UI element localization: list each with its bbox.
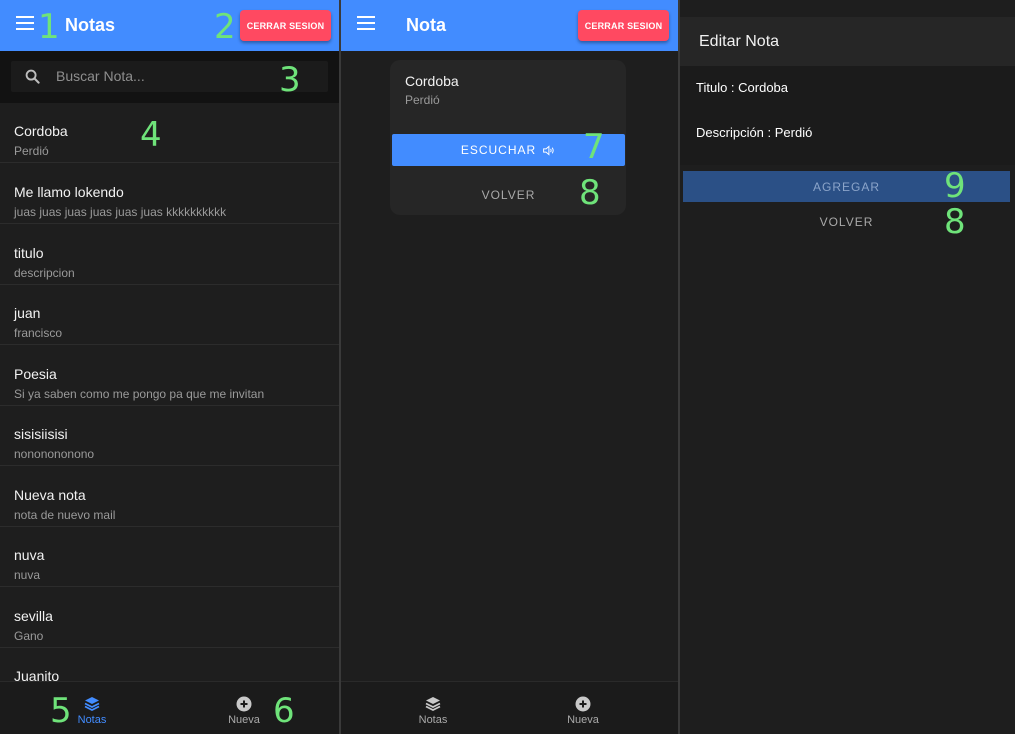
edit-header: Editar Nota xyxy=(680,17,1015,66)
callout-number: 5 xyxy=(50,691,72,731)
notes-list-screen: Notas CERRAR SESION Buscar Nota... Cordo… xyxy=(0,0,339,734)
note-description: Gano xyxy=(14,629,44,643)
callout-number: 8 xyxy=(944,202,966,242)
layers-icon xyxy=(425,697,441,712)
callout-number: 9 xyxy=(944,166,966,206)
list-item[interactable]: Nueva nota nota de nuevo mail xyxy=(0,467,339,527)
list-item[interactable]: Cordoba Perdió xyxy=(0,103,339,163)
callout-number: 6 xyxy=(273,691,295,731)
note-title: Poesia xyxy=(14,366,57,382)
note-description: nononononono xyxy=(14,447,95,461)
list-item[interactable]: Poesia Si ya saben como me pongo pa que … xyxy=(0,346,339,406)
tab-new[interactable]: Nueva xyxy=(214,682,274,734)
list-item[interactable]: Me llamo lokendo juas juas juas juas jua… xyxy=(0,164,339,224)
note-description: Perdió xyxy=(405,93,440,107)
title-field[interactable]: Titulo : Cordoba xyxy=(696,80,788,95)
note-description: Perdió xyxy=(14,144,49,158)
note-title: Nueva nota xyxy=(14,487,86,503)
callout-number: 7 xyxy=(583,127,605,167)
note-description: Si ya saben como me pongo pa que me invi… xyxy=(14,387,265,401)
note-description: juas juas juas juas juas juas kkkkkkkkkk xyxy=(14,205,227,219)
page-title: Editar Nota xyxy=(699,33,780,50)
tab-label: Nueva xyxy=(228,714,260,726)
callout-number: 4 xyxy=(140,115,162,155)
note-detail-screen: Nota CERRAR SESION Cordoba Perdió ESCUCH… xyxy=(341,0,678,734)
tab-new[interactable]: Nueva xyxy=(553,682,613,734)
list-item[interactable]: juan francisco xyxy=(0,285,339,345)
note-title: nuva xyxy=(14,547,45,563)
note-description: nuva xyxy=(14,568,41,582)
callout-number: 1 xyxy=(38,7,60,47)
logout-button[interactable]: CERRAR SESION xyxy=(578,10,669,41)
list-item[interactable]: titulo descripcion xyxy=(0,225,339,285)
add-circle-icon xyxy=(236,696,252,712)
logout-button[interactable]: CERRAR SESION xyxy=(240,10,331,41)
tab-bar: Notas Nueva xyxy=(341,681,678,734)
note-title: Me llamo lokendo xyxy=(14,184,124,200)
menu-icon[interactable] xyxy=(16,16,34,30)
callout-number: 8 xyxy=(579,173,601,213)
toolbar: Nota CERRAR SESION xyxy=(341,0,678,51)
edit-note-screen: Editar Nota Titulo : Cordoba Descripción… xyxy=(680,0,1015,734)
note-title: titulo xyxy=(14,245,44,261)
tab-notes[interactable]: Notas xyxy=(403,682,463,734)
layers-icon xyxy=(84,697,100,712)
list-item[interactable]: nuva nuva xyxy=(0,527,339,587)
volume-icon xyxy=(543,144,554,156)
list-item[interactable]: sisisiisisi nononononono xyxy=(0,406,339,466)
description-field[interactable]: Descripción : Perdió xyxy=(696,125,812,140)
note-title: Cordoba xyxy=(14,123,68,139)
list-item[interactable]: sevilla Gano xyxy=(0,588,339,648)
note-description: francisco xyxy=(14,326,63,340)
list-item[interactable]: Juanito xyxy=(0,648,339,683)
page-title: Nota xyxy=(406,15,446,35)
edit-form: Titulo : Cordoba Descripción : Perdió xyxy=(680,66,1015,165)
note-description: nota de nuevo mail xyxy=(14,508,116,522)
tab-label: Notas xyxy=(418,714,448,726)
listen-label: ESCUCHAR xyxy=(460,143,537,157)
search-icon xyxy=(25,69,40,84)
note-title: juan xyxy=(14,305,41,321)
callout-number: 2 xyxy=(214,7,236,47)
note-description: descripcion xyxy=(14,266,75,280)
callout-number: 3 xyxy=(279,60,301,100)
note-title: sisisiisisi xyxy=(14,426,68,442)
menu-icon[interactable] xyxy=(357,16,375,30)
notes-list: Cordoba Perdió Me llamo lokendo juas jua… xyxy=(0,103,339,683)
page-title: Notas xyxy=(65,15,116,35)
add-circle-icon xyxy=(575,696,591,712)
note-title: Cordoba xyxy=(405,73,459,89)
search-placeholder: Buscar Nota... xyxy=(56,68,145,84)
note-title: sevilla xyxy=(14,608,53,624)
tab-label: Nueva xyxy=(567,714,599,726)
